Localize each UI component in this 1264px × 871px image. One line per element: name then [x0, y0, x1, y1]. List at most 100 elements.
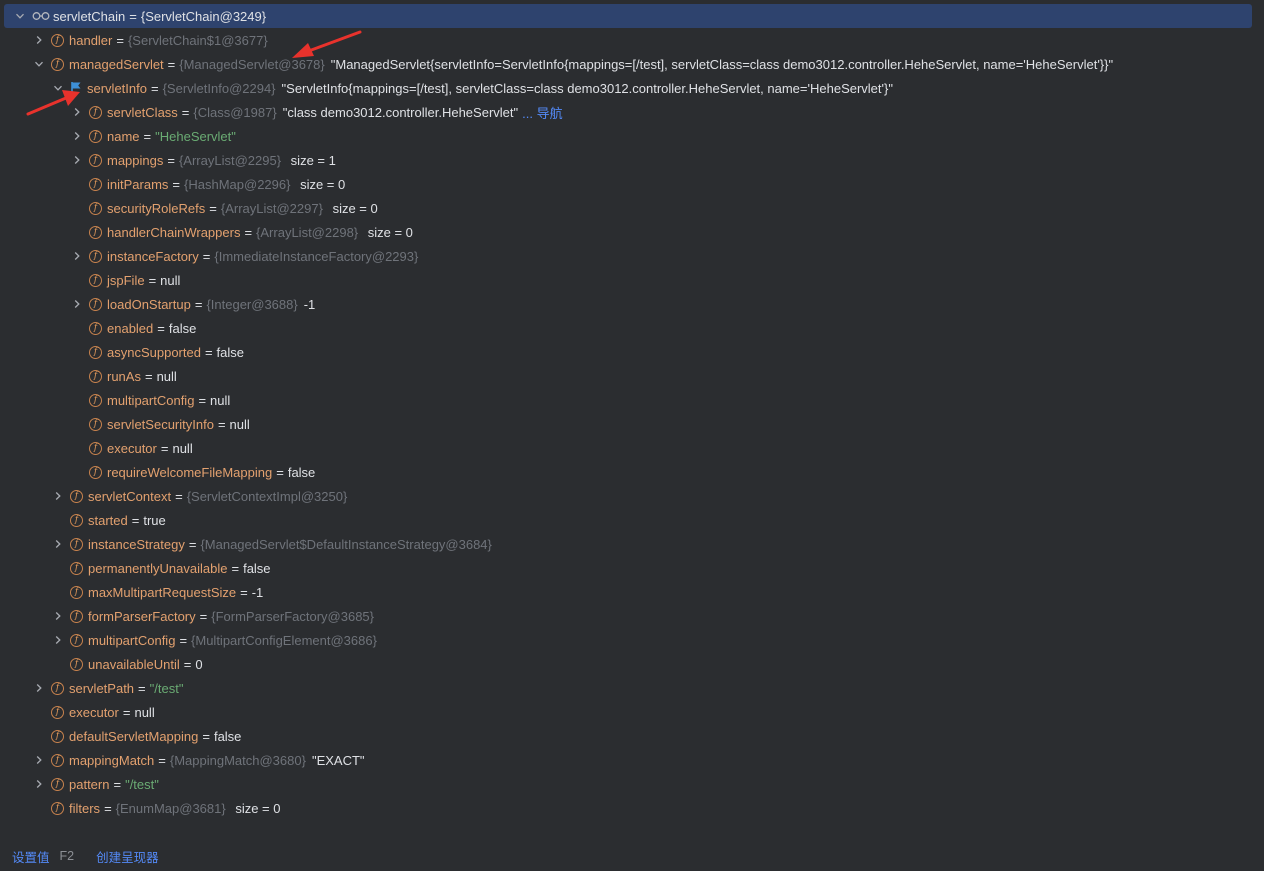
chevron-right-icon[interactable]	[33, 676, 45, 700]
create-renderer-link[interactable]: 创建呈现器	[96, 847, 159, 866]
tree-row-instanceStrategy[interactable]: f instanceStrategy = {ManagedServlet$Defaul…	[0, 532, 1264, 556]
chevron-down-icon[interactable]	[52, 76, 64, 100]
chevron-down-icon[interactable]	[33, 52, 45, 76]
tree-row-servletInfo[interactable]: servletInfo = {ServletInfo@2294} "ServletIn…	[0, 76, 1264, 100]
variable-value: "ServletInfo{mappings=[/test], servletCl…	[281, 80, 893, 96]
tree-row-runAs[interactable]: f runAs = null	[0, 364, 1264, 388]
tree-row-enabled[interactable]: f enabled = false	[0, 316, 1264, 340]
field-icon: f	[70, 633, 83, 647]
equals-sign: =	[194, 296, 203, 312]
equals-sign: =	[144, 368, 153, 384]
variable-name: unavailableUntil	[88, 656, 180, 672]
primitive-value: false	[243, 560, 271, 576]
field-icon: f	[89, 249, 102, 263]
tree-row-servletClass[interactable]: f servletClass = {Class@1987} "class demo301…	[0, 100, 1264, 124]
equals-sign: =	[157, 320, 165, 336]
tree-row-servletChain[interactable]: servletChain = {ServletChain@3249}	[0, 4, 1264, 28]
primitive-value: null	[172, 440, 193, 456]
chevron-right-icon[interactable]	[71, 148, 83, 172]
tree-row-handlerChainWrappers[interactable]: f handlerChainWrappers = {ArrayList@2298} s…	[0, 220, 1264, 244]
tree-row-initParams[interactable]: f initParams = {HashMap@2296} size = 0	[0, 172, 1264, 196]
chevron-down-icon[interactable]	[14, 4, 26, 28]
variable-name: filters	[69, 800, 101, 816]
field-icon: f	[70, 561, 83, 575]
variable-value: size = 0	[296, 176, 346, 192]
tree-row-multipartConfig[interactable]: f multipartConfig = null	[0, 388, 1264, 412]
tree-row-loadOnStartup[interactable]: f loadOnStartup = {Integer@3688} -1	[0, 292, 1264, 316]
variable-name: requireWelcomeFileMapping	[107, 464, 273, 480]
tree-row-handler[interactable]: f handler = {ServletChain$1@3677}	[0, 28, 1264, 52]
field-icon: f	[89, 105, 102, 119]
field-icon: f	[89, 273, 102, 287]
variable-name: loadOnStartup	[107, 296, 191, 312]
chevron-right-icon[interactable]	[52, 604, 64, 628]
tree-row-managedServlet[interactable]: f managedServlet = {ManagedServlet@3678} "Ma…	[0, 52, 1264, 76]
primitive-value: 0	[195, 656, 203, 672]
tree-row-servletPath[interactable]: f servletPath = "/test"	[0, 676, 1264, 700]
navigate-link[interactable]: ... 导航	[522, 103, 562, 122]
tree-row-servletSecurityInfo[interactable]: f servletSecurityInfo = null	[0, 412, 1264, 436]
variable-name: pattern	[69, 776, 110, 792]
tree-row-pattern[interactable]: f pattern = "/test"	[0, 772, 1264, 796]
tree-row-permanentlyUnavailable[interactable]: f permanentlyUnavailable = false	[0, 556, 1264, 580]
tree-row-defaultServletMapping[interactable]: f defaultServletMapping = false	[0, 724, 1264, 748]
variable-name: enabled	[107, 320, 154, 336]
equals-sign: =	[122, 704, 131, 720]
tree-row-started[interactable]: f started = true	[0, 508, 1264, 532]
variable-name: name	[107, 128, 140, 144]
chevron-right-icon[interactable]	[71, 100, 83, 124]
field-icon: f	[89, 177, 102, 191]
primitive-value: null	[156, 368, 177, 384]
tree-row-executor[interactable]: f executor = null	[0, 700, 1264, 724]
tree-row-mappingMatch[interactable]: f mappingMatch = {MappingMatch@3680} "EXACT"	[0, 748, 1264, 772]
field-icon: f	[89, 441, 102, 455]
object-reference: {ServletChain@3249}	[140, 8, 267, 24]
field-icon: f	[89, 201, 102, 215]
field-icon: f	[51, 705, 64, 719]
marked-flag-icon	[70, 81, 82, 95]
variable-value: -1	[303, 296, 316, 312]
chevron-right-icon[interactable]	[71, 292, 83, 316]
tree-row-jspFile[interactable]: f jspFile = null	[0, 268, 1264, 292]
tree-row-name[interactable]: f name = "HeheServlet"	[0, 124, 1264, 148]
primitive-value: null	[229, 416, 250, 432]
variable-value: "class demo3012.controller.HeheServlet"	[282, 104, 519, 120]
tree-row-executor[interactable]: f executor = null	[0, 436, 1264, 460]
tree-row-formParserFactory[interactable]: f formParserFactory = {FormParserFactory@36…	[0, 604, 1264, 628]
tree-row-maxMultipartRequestSize[interactable]: f maxMultipartRequestSize = -1	[0, 580, 1264, 604]
tree-row-servletContext[interactable]: f servletContext = {ServletContextImpl@3250…	[0, 484, 1264, 508]
chevron-right-icon[interactable]	[33, 748, 45, 772]
equals-sign: =	[202, 248, 211, 264]
bottom-actions-bar: 设置值 F2 创建呈现器	[0, 841, 1264, 871]
chevron-right-icon[interactable]	[71, 124, 83, 148]
equals-sign: =	[131, 512, 140, 528]
field-icon: f	[51, 801, 64, 815]
variable-name: instanceFactory	[107, 248, 199, 264]
tree-row-unavailableUntil[interactable]: f unavailableUntil = 0	[0, 652, 1264, 676]
variable-name: servletChain	[53, 8, 126, 24]
chevron-right-icon[interactable]	[52, 484, 64, 508]
tree-row-multipartConfig[interactable]: f multipartConfig = {MultipartConfigElement…	[0, 628, 1264, 652]
object-reference: {ArrayList@2298}	[256, 224, 359, 240]
tree-row-asyncSupported[interactable]: f asyncSupported = false	[0, 340, 1264, 364]
tree-row-securityRoleRefs[interactable]: f securityRoleRefs = {ArrayList@2297} size …	[0, 196, 1264, 220]
variable-name: servletInfo	[87, 80, 147, 96]
chevron-right-icon[interactable]	[71, 244, 83, 268]
tree-row-requireWelcomeFileMapping[interactable]: f requireWelcomeFileMapping = false	[0, 460, 1264, 484]
field-icon: f	[89, 393, 102, 407]
object-reference: {EnumMap@3681}	[115, 800, 226, 816]
chevron-right-icon[interactable]	[52, 532, 64, 556]
field-icon: f	[70, 489, 83, 503]
chevron-right-icon[interactable]	[52, 628, 64, 652]
equals-sign: =	[158, 752, 166, 768]
chevron-right-icon[interactable]	[33, 772, 45, 796]
variable-value: size = 0	[328, 200, 378, 216]
tree-row-mappings[interactable]: f mappings = {ArrayList@2295} size = 1	[0, 148, 1264, 172]
chevron-right-icon[interactable]	[33, 28, 45, 52]
tree-row-filters[interactable]: f filters = {EnumMap@3681} size = 0	[0, 796, 1264, 820]
variable-name: multipartConfig	[107, 392, 195, 408]
tree-row-instanceFactory[interactable]: f instanceFactory = {ImmediateInstanceFacto…	[0, 244, 1264, 268]
object-reference: {MultipartConfigElement@3686}	[191, 632, 377, 648]
primitive-value: -1	[251, 584, 264, 600]
set-value-link[interactable]: 设置值	[12, 847, 50, 866]
